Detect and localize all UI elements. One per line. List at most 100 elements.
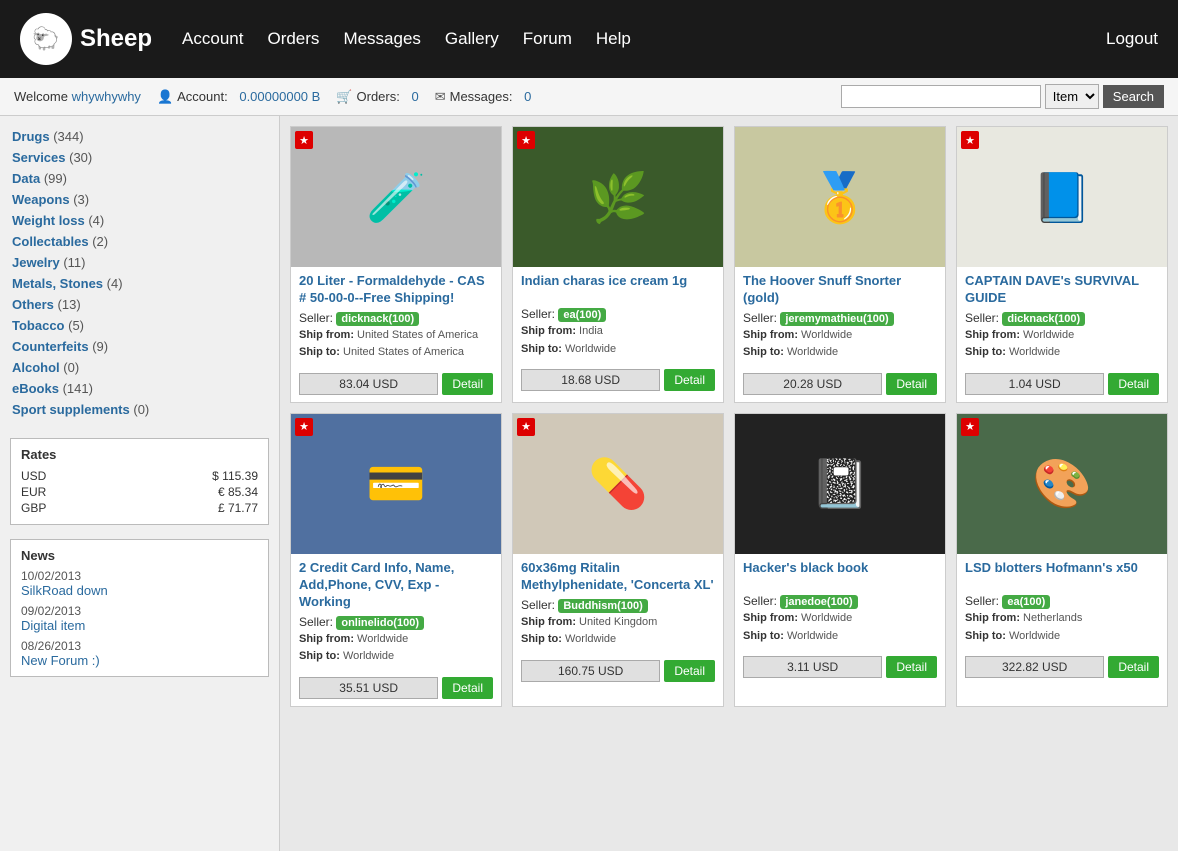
cart-icon: 🛒	[336, 89, 352, 105]
logo-icon: 🐑	[20, 13, 72, 65]
username-link[interactable]: whywhywhy	[72, 89, 141, 104]
ship-info: Ship from: Worldwide Ship to: Worldwide	[743, 610, 937, 645]
category-item[interactable]: Metals, Stones (4)	[10, 273, 269, 294]
category-item[interactable]: Jewelry (11)	[10, 252, 269, 273]
product-title[interactable]: The Hoover Snuff Snorter (gold)	[743, 273, 937, 307]
nav-messages[interactable]: Messages	[343, 29, 420, 49]
detail-button[interactable]: Detail	[442, 373, 493, 395]
card-body: Hacker's black book Seller: janedoe(100)…	[735, 554, 945, 651]
seller-info: Seller: jeremymathieu(100)	[743, 311, 937, 325]
item-select[interactable]: Item	[1045, 84, 1099, 109]
ship-info: Ship from: India Ship to: Worldwide	[521, 323, 715, 358]
nav-help[interactable]: Help	[596, 29, 631, 49]
card-footer: 160.75 USD Detail	[513, 655, 723, 689]
category-item[interactable]: Collectables (2)	[10, 231, 269, 252]
category-item[interactable]: Counterfeits (9)	[10, 336, 269, 357]
product-title[interactable]: LSD blotters Hofmann's x50	[965, 560, 1159, 590]
card-footer: 1.04 USD Detail	[957, 368, 1167, 402]
orders-info: 🛒 Orders: 0	[336, 89, 418, 105]
seller-info: Seller: janedoe(100)	[743, 594, 937, 608]
product-image: 📘	[957, 127, 1167, 267]
product-card: 📓 Hacker's black book Seller: janedoe(10…	[734, 413, 946, 707]
seller-name[interactable]: dicknack(100)	[336, 312, 419, 326]
detail-button[interactable]: Detail	[664, 660, 715, 682]
news-link[interactable]: Digital item	[21, 618, 258, 633]
product-card: ★ 🧪 20 Liter - Formaldehyde - CAS # 50-0…	[290, 126, 502, 403]
seller-info: Seller: dicknack(100)	[299, 311, 493, 325]
seller-name[interactable]: jeremymathieu(100)	[780, 312, 893, 326]
category-item[interactable]: Others (13)	[10, 294, 269, 315]
nav-gallery[interactable]: Gallery	[445, 29, 499, 49]
news-link[interactable]: SilkRoad down	[21, 583, 258, 598]
seller-info: Seller: dicknack(100)	[965, 311, 1159, 325]
category-item[interactable]: Weapons (3)	[10, 189, 269, 210]
news-date: 08/26/2013	[21, 639, 258, 653]
logout-button[interactable]: Logout	[1106, 29, 1158, 49]
product-card: ★ 💊 60x36mg Ritalin Methylphenidate, 'Co…	[512, 413, 724, 707]
envelope-icon: ✉	[435, 89, 446, 105]
news-date: 09/02/2013	[21, 604, 258, 618]
detail-button[interactable]: Detail	[1108, 373, 1159, 395]
category-item[interactable]: Data (99)	[10, 168, 269, 189]
seller-name[interactable]: dicknack(100)	[1002, 312, 1085, 326]
detail-button[interactable]: Detail	[1108, 656, 1159, 678]
search-input[interactable]	[841, 85, 1041, 108]
ship-info: Ship from: United States of America Ship…	[299, 327, 493, 362]
category-item[interactable]: Sport supplements (0)	[10, 399, 269, 420]
detail-button[interactable]: Detail	[442, 677, 493, 699]
nav-orders[interactable]: Orders	[267, 29, 319, 49]
product-title[interactable]: Hacker's black book	[743, 560, 937, 590]
messages-info: ✉ Messages: 0	[435, 89, 532, 105]
card-footer: 18.68 USD Detail	[513, 364, 723, 398]
seller-name[interactable]: ea(100)	[558, 308, 606, 322]
card-body: 20 Liter - Formaldehyde - CAS # 50-00-0-…	[291, 267, 501, 368]
rate-row: EUR€ 85.34	[21, 484, 258, 500]
product-title[interactable]: 20 Liter - Formaldehyde - CAS # 50-00-0-…	[299, 273, 493, 307]
main-content: ★ 🧪 20 Liter - Formaldehyde - CAS # 50-0…	[280, 116, 1178, 851]
category-item[interactable]: eBooks (141)	[10, 378, 269, 399]
category-item[interactable]: Alcohol (0)	[10, 357, 269, 378]
ship-info: Ship from: Worldwide Ship to: Worldwide	[743, 327, 937, 362]
price-box: 3.11 USD	[743, 656, 882, 678]
site-title: Sheep	[80, 25, 152, 53]
seller-name[interactable]: onlinelido(100)	[336, 616, 424, 630]
seller-info: Seller: ea(100)	[521, 307, 715, 321]
product-title[interactable]: 2 Credit Card Info, Name, Add,Phone, CVV…	[299, 560, 493, 611]
detail-button[interactable]: Detail	[664, 369, 715, 391]
category-item[interactable]: Weight loss (4)	[10, 210, 269, 231]
card-footer: 3.11 USD Detail	[735, 651, 945, 685]
seller-name[interactable]: janedoe(100)	[780, 595, 857, 609]
category-item[interactable]: Tobacco (5)	[10, 315, 269, 336]
product-card: 🥇 The Hoover Snuff Snorter (gold) Seller…	[734, 126, 946, 403]
card-footer: 20.28 USD Detail	[735, 368, 945, 402]
nav-account[interactable]: Account	[182, 29, 243, 49]
categories: Drugs (344)Services (30)Data (99)Weapons…	[10, 126, 269, 420]
messages-value: 0	[524, 89, 531, 104]
rates-rows: USD$ 115.39EUR€ 85.34GBP£ 71.77	[21, 468, 258, 516]
product-card: ★ 📘 CAPTAIN DAVE's SURVIVAL GUIDE Seller…	[956, 126, 1168, 403]
rate-row: GBP£ 71.77	[21, 500, 258, 516]
product-image: 🎨	[957, 414, 1167, 554]
product-title[interactable]: CAPTAIN DAVE's SURVIVAL GUIDE	[965, 273, 1159, 307]
search-button[interactable]: Search	[1103, 85, 1164, 108]
welcome-text: Welcome whywhywhy	[14, 89, 141, 104]
star-badge: ★	[517, 131, 535, 149]
card-footer: 322.82 USD Detail	[957, 651, 1167, 685]
seller-info: Seller: onlinelido(100)	[299, 615, 493, 629]
star-badge: ★	[295, 131, 313, 149]
category-item[interactable]: Drugs (344)	[10, 126, 269, 147]
layout: Drugs (344)Services (30)Data (99)Weapons…	[0, 116, 1178, 851]
product-title[interactable]: 60x36mg Ritalin Methylphenidate, 'Concer…	[521, 560, 715, 594]
seller-name[interactable]: Buddhism(100)	[558, 599, 647, 613]
news-date: 10/02/2013	[21, 569, 258, 583]
seller-name[interactable]: ea(100)	[1002, 595, 1050, 609]
product-card: ★ 💳 2 Credit Card Info, Name, Add,Phone,…	[290, 413, 502, 707]
detail-button[interactable]: Detail	[886, 656, 937, 678]
product-title[interactable]: Indian charas ice cream 1g	[521, 273, 715, 303]
nav-forum[interactable]: Forum	[523, 29, 572, 49]
news-link[interactable]: New Forum :)	[21, 653, 258, 668]
price-box: 160.75 USD	[521, 660, 660, 682]
orders-value: 0	[411, 89, 418, 104]
category-item[interactable]: Services (30)	[10, 147, 269, 168]
detail-button[interactable]: Detail	[886, 373, 937, 395]
